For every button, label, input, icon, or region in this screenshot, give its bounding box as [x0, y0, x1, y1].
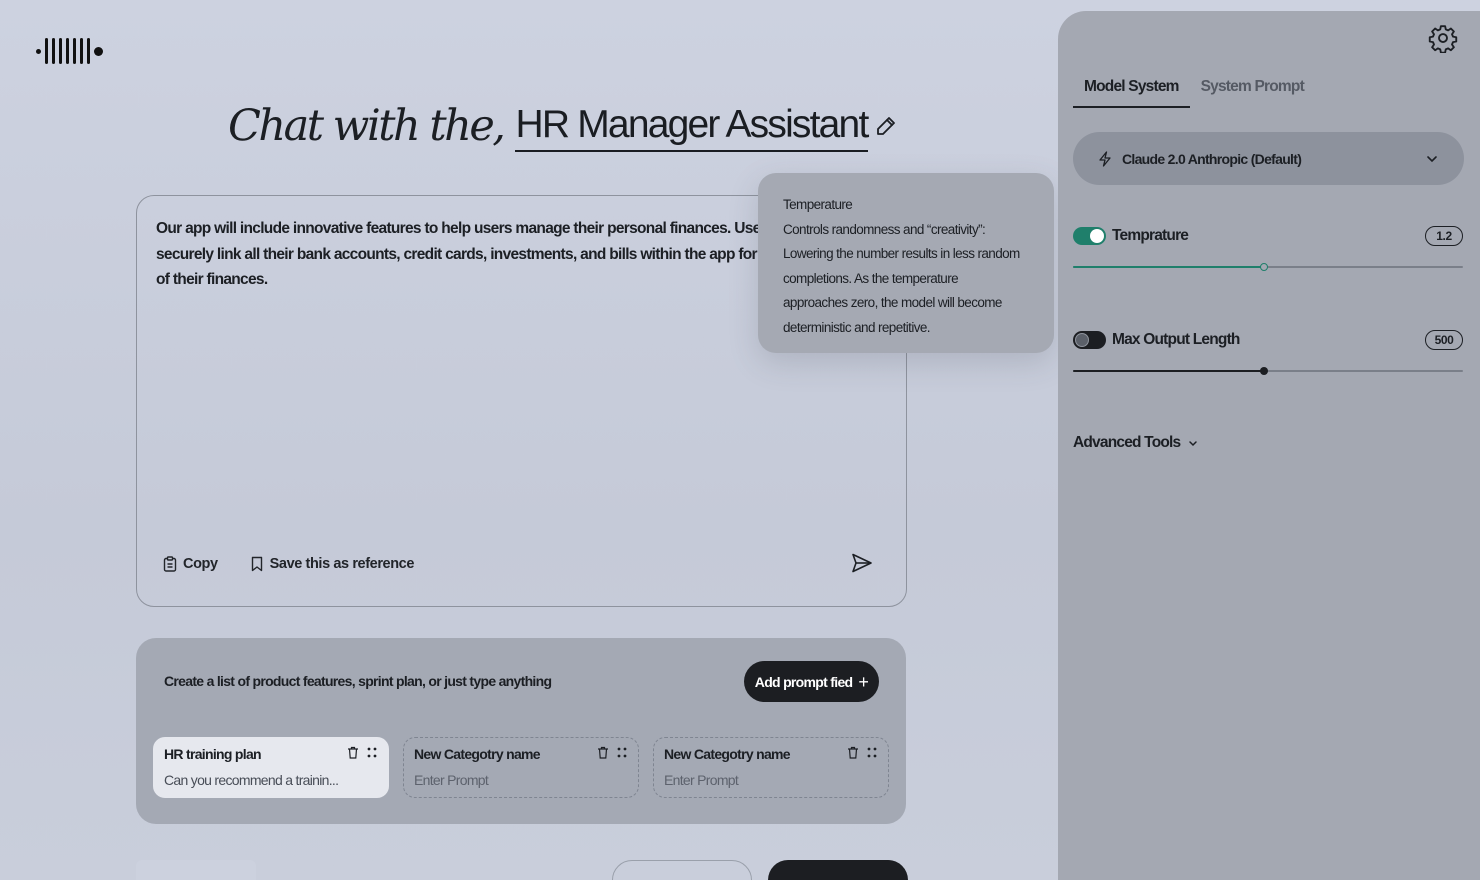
temperature-value[interactable]: 1.2 — [1425, 226, 1463, 246]
response-line: Our app will include innovative features… — [156, 220, 766, 237]
tab-model-system[interactable]: Model System — [1073, 75, 1190, 108]
prompt-hint: Create a list of product features, sprin… — [164, 673, 552, 689]
lightning-icon — [1099, 150, 1111, 167]
copy-label: Copy — [183, 556, 218, 572]
copy-button[interactable]: Copy — [163, 556, 218, 572]
response-actions: Copy Save this as reference — [163, 556, 414, 572]
slider-thumb[interactable] — [1260, 367, 1269, 375]
response-line: securely link all their bank accounts, c… — [156, 245, 766, 263]
drag-handle-icon[interactable] — [616, 746, 628, 759]
toggle-knob — [1090, 229, 1104, 243]
max-output-setting: Max Output Length 500 — [1073, 330, 1463, 376]
settings-tabs: Model System System Prompt — [1073, 75, 1315, 108]
logo-bar — [73, 38, 76, 64]
add-prompt-label: Add prompt fied — [754, 673, 853, 690]
prompt-card[interactable]: New Categotry name Enter Prompt — [403, 737, 639, 798]
assistant-name-editor[interactable]: HR Manager Assistant — [515, 100, 897, 152]
prompt-card[interactable]: HR training plan Can you recommend a tra… — [153, 737, 389, 798]
trash-icon[interactable] — [847, 746, 859, 759]
temperature-setting: Temprature 1.2 — [1073, 226, 1463, 272]
drag-handle-icon[interactable] — [866, 746, 878, 759]
chevron-down-icon — [1427, 155, 1437, 162]
advanced-tools-toggle[interactable]: Advanced Tools — [1073, 434, 1198, 452]
logo-bar — [52, 38, 55, 64]
clipboard-icon — [163, 556, 177, 572]
assistant-name[interactable]: HR Manager Assistant — [515, 100, 869, 152]
slider-thumb[interactable] — [1260, 263, 1269, 271]
logo-dot-right — [94, 46, 103, 56]
prompt-card-placeholder[interactable]: Enter Prompt — [414, 772, 628, 788]
add-prompt-button[interactable]: Add prompt fied + — [744, 661, 879, 702]
temperature-tooltip: Temperature Controls randomness and “cre… — [758, 173, 1054, 353]
send-icon[interactable] — [850, 551, 874, 575]
tooltip-title: Temperature — [783, 197, 853, 212]
temperature-label: Temprature — [1112, 227, 1189, 244]
logo-bar — [87, 38, 90, 64]
model-select-value: Claude 2.0 Anthropic (Default) — [1122, 150, 1302, 167]
plus-icon: + — [858, 671, 869, 692]
bottom-left-element — [136, 860, 256, 880]
max-output-label: Max Output Length — [1112, 331, 1240, 348]
prompt-card-text[interactable]: Can you recommend a trainin... — [164, 772, 378, 788]
page-heading: Chat with the, HR Manager Assistant — [228, 100, 898, 152]
prompt-card-name[interactable]: HR training plan — [164, 746, 378, 762]
pencil-icon[interactable] — [874, 114, 898, 138]
save-reference-label: Save this as reference — [269, 556, 415, 572]
tooltip-line: Lowering the number results in less rand… — [783, 246, 1020, 262]
tooltip-line: deterministic and repetitive. — [783, 319, 931, 335]
max-output-slider[interactable] — [1073, 366, 1463, 376]
max-output-toggle[interactable] — [1073, 331, 1106, 349]
prompt-card[interactable]: New Categotry name Enter Prompt — [653, 737, 889, 798]
temperature-toggle[interactable] — [1073, 227, 1106, 245]
settings-panel: Model System System Prompt Claude 2.0 An… — [1058, 11, 1480, 880]
heading-prefix: Chat with the, — [228, 101, 506, 151]
slider-fill — [1073, 370, 1265, 372]
slider-fill — [1073, 266, 1265, 268]
advanced-tools-label: Advanced Tools — [1073, 434, 1181, 451]
logo-bar — [45, 38, 48, 64]
prompt-card-placeholder[interactable]: Enter Prompt — [664, 772, 878, 788]
temperature-slider[interactable] — [1073, 262, 1463, 272]
tooltip-line: approaches zero, the model will become — [783, 295, 1002, 311]
response-text[interactable]: Our app will include innovative features… — [156, 216, 766, 293]
bookmark-icon — [251, 556, 262, 572]
app-logo[interactable] — [36, 36, 103, 66]
prompt-card-actions — [347, 746, 378, 759]
prompt-card-actions — [597, 746, 628, 759]
bottom-secondary-button[interactable] — [612, 860, 752, 880]
bottom-primary-button[interactable] — [768, 860, 908, 880]
prompt-card-name[interactable]: New Categotry name — [664, 746, 878, 762]
tooltip-line: completions. As the temperature — [783, 270, 959, 286]
chevron-down-icon — [1189, 441, 1198, 447]
trash-icon[interactable] — [347, 746, 359, 759]
response-line: of their finances. — [156, 271, 268, 288]
logo-bar — [66, 38, 69, 64]
prompt-card-name[interactable]: New Categotry name — [414, 746, 628, 762]
logo-bar — [80, 38, 83, 64]
logo-bar — [59, 38, 62, 64]
max-output-value[interactable]: 500 — [1425, 330, 1463, 350]
prompt-card-actions — [847, 746, 878, 759]
trash-icon[interactable] — [597, 746, 609, 759]
tooltip-line: Controls randomness and “creativity”: — [783, 221, 986, 237]
save-reference-button[interactable]: Save this as reference — [250, 556, 414, 572]
gear-icon[interactable] — [1428, 23, 1458, 53]
toggle-knob — [1075, 333, 1089, 347]
drag-handle-icon[interactable] — [366, 746, 378, 759]
prompt-cards: HR training plan Can you recommend a tra… — [153, 737, 889, 798]
model-select[interactable]: Claude 2.0 Anthropic (Default) — [1073, 132, 1464, 185]
logo-dot-left — [36, 48, 41, 54]
prompt-library: Create a list of product features, sprin… — [136, 638, 906, 824]
tab-system-prompt[interactable]: System Prompt — [1190, 75, 1315, 108]
